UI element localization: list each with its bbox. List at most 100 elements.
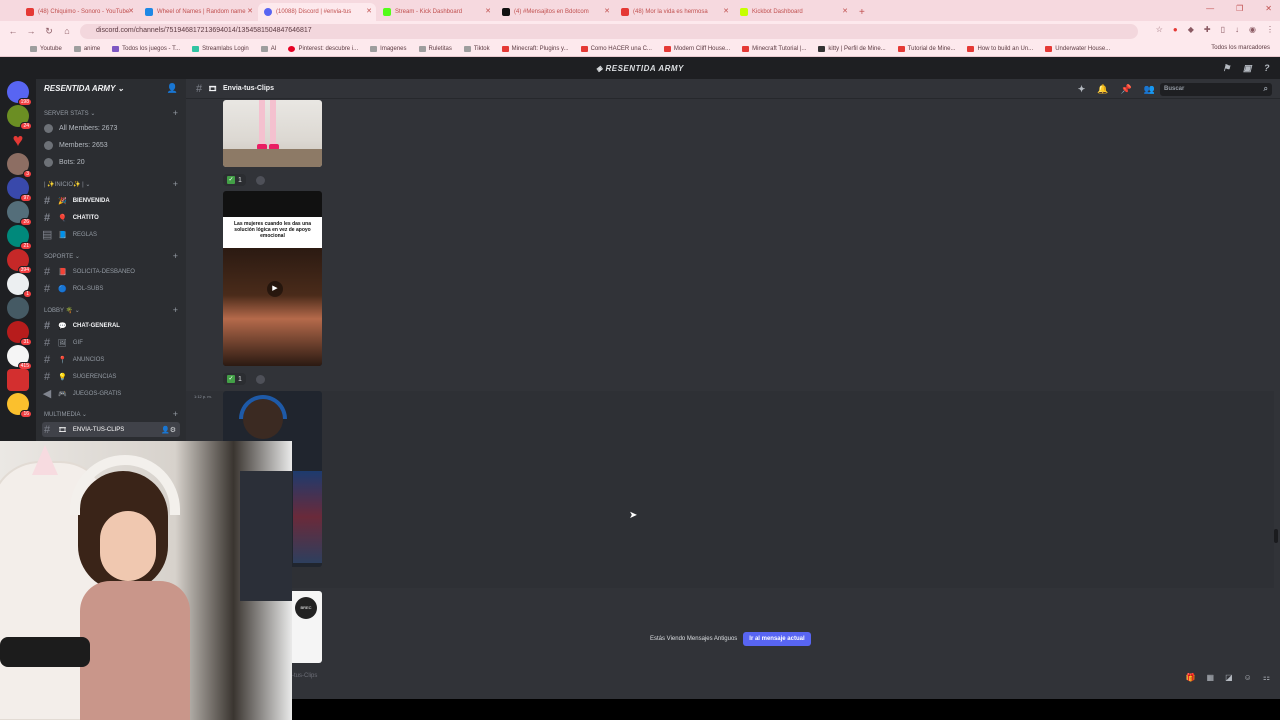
bookmark-item[interactable]: Streamlabs Login (192, 45, 249, 52)
bookmark-item[interactable]: Youtube (30, 45, 62, 52)
server-icon[interactable]: 31 (7, 321, 32, 346)
channel-bienvenida[interactable]: # 🎉 Bienvenida (42, 193, 180, 208)
emoji-icon[interactable]: ☺ (1244, 673, 1252, 682)
add-member-icon[interactable]: 👤 (167, 83, 178, 94)
close-tab-icon[interactable]: ✕ (485, 7, 491, 15)
bookmark-item[interactable]: Tiktok (463, 45, 490, 52)
bookmark-item[interactable]: Minecraft Tutorial |... (742, 45, 806, 52)
browser-tab[interactable]: (48) Mor la vida es hermosa ✕ (615, 3, 733, 21)
maximize-icon[interactable]: ❐ (1236, 4, 1243, 13)
add-channel-icon[interactable]: + (173, 409, 178, 419)
bookmark-item[interactable]: AI (260, 45, 276, 52)
stat-bots[interactable]: Bots: 20 (44, 158, 85, 167)
inbox-icon[interactable]: ⚑ (1222, 63, 1231, 74)
members-icon[interactable]: 👥 (1144, 84, 1155, 95)
server-icon[interactable]: 16 (7, 393, 32, 418)
channel-gif[interactable]: # 🖼 GIF (42, 335, 180, 350)
category-inicio[interactable]: | ✨INICIO✨ | ⌄ (44, 181, 90, 188)
new-tab-button[interactable]: + (853, 7, 871, 21)
add-channel-icon[interactable]: + (173, 305, 178, 315)
channel-settings-icons[interactable]: 👤⚙ (161, 426, 176, 434)
browser-tab[interactable]: Kickbot Dashboard ✕ (734, 3, 852, 21)
add-channel-icon[interactable]: + (173, 108, 178, 118)
browser-tab[interactable]: (4) #Mensajitos en Bdotcom ✕ (496, 3, 614, 21)
extension-icon[interactable]: ◆ (1188, 25, 1194, 34)
browser-tab[interactable]: Stream - Kick Dashboard ✕ (377, 3, 495, 21)
threads-icon[interactable]: ✦ (1078, 84, 1086, 95)
channel-sugerencias[interactable]: # 💡 sugerencias (42, 369, 180, 384)
bookmark-item[interactable]: Pinterest: descubre i... (288, 45, 358, 52)
attachment-meme[interactable]: Las mujeres cuando les das una solución … (223, 191, 322, 366)
stat-members[interactable]: Members: 2653 (44, 141, 108, 150)
apps-icon[interactable]: ⚏ (1263, 673, 1270, 682)
screen-icon[interactable]: ▣ (1243, 63, 1252, 74)
all-bookmarks[interactable]: Todos los marcadores (1211, 45, 1270, 51)
close-tab-icon[interactable]: ✕ (247, 7, 253, 15)
channel-envia-tus-clips[interactable]: # 🎞 Envia-tus-Clips 👤⚙ (42, 422, 180, 437)
category-multimedia[interactable]: MULTIMEDIA ⌄ (44, 411, 87, 418)
channel-juegos-gratis[interactable]: ◀ 🎮 juegos-gratis (42, 386, 180, 401)
bookmark-item[interactable]: Como HACER una C... (580, 45, 652, 52)
reload-icon[interactable]: ↻ (40, 26, 58, 37)
close-tab-icon[interactable]: ✕ (842, 7, 848, 15)
close-window-icon[interactable]: ✕ (1265, 4, 1272, 13)
channel-anuncios[interactable]: # 📍 Anuncios (42, 352, 180, 367)
bookmark-item[interactable]: Tutorial de Mine... (897, 45, 955, 52)
bookmark-item[interactable]: kitty | Perfil de Mine... (818, 45, 886, 52)
channel-chatito[interactable]: # 🎈 Chatito (42, 210, 180, 225)
category-soporte[interactable]: SOPORTE ⌄ (44, 253, 80, 260)
add-channel-icon[interactable]: + (173, 179, 178, 189)
close-tab-icon[interactable]: ✕ (723, 7, 729, 15)
bookmark-star-icon[interactable]: ☆ (1156, 25, 1163, 34)
menu-icon[interactable]: ⋮ (1266, 25, 1274, 34)
add-reaction-icon[interactable] (255, 175, 265, 185)
sticker-icon[interactable]: ◪ (1225, 673, 1233, 682)
play-icon[interactable]: ▶ (267, 281, 283, 297)
server-icon[interactable]: 3 (7, 153, 32, 178)
message-hovered[interactable] (186, 391, 1274, 588)
browser-tab-active[interactable]: (10088) Discord | #envia-tus ✕ (258, 3, 376, 21)
reaction-checkmark[interactable]: ✓ 1 (223, 373, 246, 385)
forward-icon[interactable]: → (22, 26, 40, 36)
channel-rol-subs[interactable]: # 🔵 rol-subs (42, 281, 180, 296)
server-icon[interactable] (7, 297, 29, 319)
minimize-icon[interactable]: — (1206, 4, 1214, 13)
server-icon[interactable]: 415 (7, 345, 32, 370)
reaction-checkmark[interactable]: ✓ 1 (223, 174, 246, 186)
gift-icon[interactable]: 🎁 (1186, 673, 1196, 682)
pin-icon[interactable]: 📌 (1121, 84, 1132, 95)
home-icon[interactable]: ⌂ (58, 26, 76, 36)
server-icon[interactable]: 24 (7, 105, 32, 130)
url-field[interactable]: discord.com/channels/751946817213694014/… (80, 24, 1138, 39)
browser-tab[interactable]: (48) Chiquimo - Sonoro - YouTube ✕ (20, 3, 138, 21)
bookmark-item[interactable]: How to build an Un... (967, 45, 1033, 52)
channel-solicita-desbaneo[interactable]: # 📕 Solicita-Desbaneo (42, 264, 180, 279)
heart-server-icon[interactable]: ♥ (7, 129, 29, 151)
bookmark-item[interactable]: Ruletitas (418, 45, 452, 52)
sidebar-icon[interactable]: ▯ (1221, 25, 1225, 34)
opera-icon[interactable]: ● (1173, 25, 1178, 34)
search-input[interactable]: Buscar ⌕ (1160, 83, 1272, 96)
back-icon[interactable]: ← (4, 26, 22, 36)
close-tab-icon[interactable]: ✕ (366, 7, 372, 15)
add-channel-icon[interactable]: + (173, 251, 178, 261)
bookmark-item[interactable]: Imagenes (370, 45, 407, 52)
bookmark-item[interactable]: Todos los juegos - T... (112, 45, 180, 52)
channel-reglas[interactable]: ▤ 📘 reglas (42, 227, 180, 242)
server-icon[interactable]: 26 (7, 201, 32, 226)
avatar[interactable]: ◉ (1249, 25, 1256, 34)
server-icon[interactable]: 1 (7, 273, 32, 298)
bell-icon[interactable]: 🔔 (1097, 84, 1108, 95)
server-icon[interactable]: 198 (7, 81, 32, 106)
server-icon[interactable] (7, 369, 29, 391)
help-icon[interactable]: ? (1264, 63, 1270, 74)
category-server-stats[interactable]: SERVER STATS ⌄ (44, 110, 95, 117)
close-tab-icon[interactable]: ✕ (128, 7, 134, 15)
bookmark-item[interactable]: Underwater House... (1045, 45, 1110, 52)
bookmark-item[interactable]: anime (73, 45, 100, 52)
jump-to-present-button[interactable]: Ir al mensaje actual (743, 632, 811, 646)
scrollbar[interactable] (1274, 529, 1278, 543)
bookmark-item[interactable]: Minecraft: Plugins y... (501, 45, 569, 52)
category-lobby[interactable]: LOBBY 🌴 ⌄ (44, 307, 80, 314)
attachment-image[interactable] (223, 100, 322, 167)
